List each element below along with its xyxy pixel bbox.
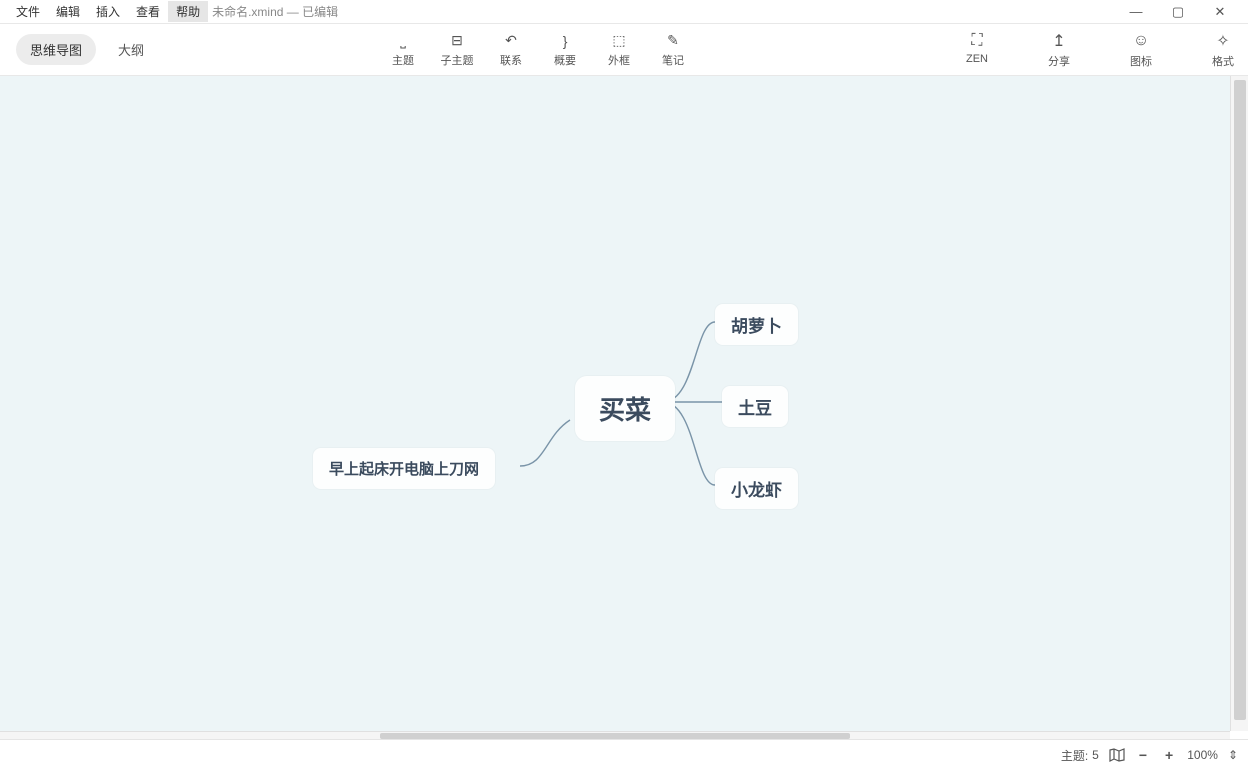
summary-icon: } [563, 32, 568, 50]
tool-topic[interactable]: ⎵ 主题 [378, 26, 428, 74]
tool-format[interactable]: ✧ 格式 [1212, 31, 1234, 69]
menu-view[interactable]: 查看 [128, 1, 168, 22]
topic-icon: ⎵ [400, 32, 406, 50]
menu-file[interactable]: 文件 [8, 1, 48, 22]
view-tabs: 思维导图 大纲 [16, 34, 158, 65]
status-topic-count: 主题: 5 [1061, 747, 1099, 764]
tool-label: ZEN [966, 53, 988, 65]
status-label: 主题: [1061, 747, 1088, 764]
tool-label: 分享 [1048, 53, 1070, 69]
status-value: 5 [1092, 748, 1099, 762]
close-button[interactable]: ✕ [1208, 4, 1232, 20]
share-icon: ↥ [1052, 31, 1065, 51]
scrollbar-thumb-v[interactable] [1234, 80, 1246, 720]
mindmap-canvas[interactable]: 买菜 胡萝卜 土豆 小龙虾 早上起床开电脑上刀网 [0, 76, 1230, 731]
document-title: 未命名.xmind — 已编辑 [212, 3, 338, 20]
node-child-0[interactable]: 胡萝卜 [715, 304, 798, 345]
tool-label: 笔记 [662, 52, 684, 68]
relation-icon: ↶ [505, 32, 517, 50]
tool-subtopic[interactable]: ⊟ 子主题 [432, 26, 482, 74]
map-icon [1109, 748, 1125, 762]
node-floating[interactable]: 早上起床开电脑上刀网 [313, 448, 495, 489]
tool-zen[interactable]: ⛶ ZEN [966, 31, 988, 69]
scrollbar-horizontal[interactable] [0, 731, 1230, 739]
map-overview-button[interactable] [1109, 748, 1125, 762]
tool-label: 子主题 [441, 52, 474, 68]
note-icon: ✎ [667, 32, 679, 50]
statusbar: 主题: 5 − + 100% ⇕ [0, 739, 1248, 770]
subtopic-icon: ⊟ [451, 32, 463, 50]
tool-label: 概要 [554, 52, 576, 68]
zoom-value[interactable]: 100% [1187, 748, 1218, 762]
menu-insert[interactable]: 插入 [88, 1, 128, 22]
boundary-icon: ⬚ [612, 32, 625, 50]
menu-help[interactable]: 帮助 [168, 1, 208, 22]
maximize-button[interactable]: ▢ [1166, 4, 1190, 20]
node-child-1[interactable]: 土豆 [722, 386, 788, 427]
tool-boundary[interactable]: ⬚ 外框 [594, 26, 644, 74]
tab-outline[interactable]: 大纲 [104, 34, 158, 65]
node-central[interactable]: 买菜 [575, 376, 675, 441]
tool-label: 图标 [1130, 53, 1152, 69]
zen-icon: ⛶ [971, 31, 982, 51]
tool-relation[interactable]: ↶ 联系 [486, 26, 536, 74]
node-child-2[interactable]: 小龙虾 [715, 468, 798, 509]
window-controls: — ▢ ✕ [1124, 4, 1240, 20]
tool-summary[interactable]: } 概要 [540, 26, 590, 74]
tool-note[interactable]: ✎ 笔记 [648, 26, 698, 74]
tool-group-main: ⎵ 主题 ⊟ 子主题 ↶ 联系 } 概要 ⬚ 外框 ✎ 笔记 [378, 26, 698, 74]
format-icon: ✧ [1216, 31, 1229, 51]
menu-edit[interactable]: 编辑 [48, 1, 88, 22]
menubar: 文件 编辑 插入 查看 帮助 未命名.xmind — 已编辑 — ▢ ✕ [0, 0, 1248, 24]
scrollbar-vertical[interactable] [1230, 76, 1248, 731]
tool-label: 主题 [392, 52, 414, 68]
toolbar: 思维导图 大纲 ⎵ 主题 ⊟ 子主题 ↶ 联系 } 概要 ⬚ 外框 ✎ 笔记 ⛶ [0, 24, 1248, 76]
zoom-expand-button[interactable]: ⇕ [1228, 748, 1238, 762]
minimize-button[interactable]: — [1124, 4, 1148, 20]
tab-mindmap[interactable]: 思维导图 [16, 34, 96, 65]
canvas-wrapper: 买菜 胡萝卜 土豆 小龙虾 早上起床开电脑上刀网 [0, 76, 1248, 739]
tool-label: 联系 [500, 52, 522, 68]
zoom-out-button[interactable]: − [1135, 747, 1151, 763]
tool-icon[interactable]: ☺ 图标 [1130, 31, 1152, 69]
zoom-in-button[interactable]: + [1161, 747, 1177, 763]
tool-label: 格式 [1212, 53, 1234, 69]
emoji-icon: ☺ [1133, 31, 1149, 51]
tool-group-right: ⛶ ZEN ↥ 分享 ☺ 图标 ✧ 格式 [966, 31, 1234, 69]
tool-label: 外框 [608, 52, 630, 68]
tool-share[interactable]: ↥ 分享 [1048, 31, 1070, 69]
